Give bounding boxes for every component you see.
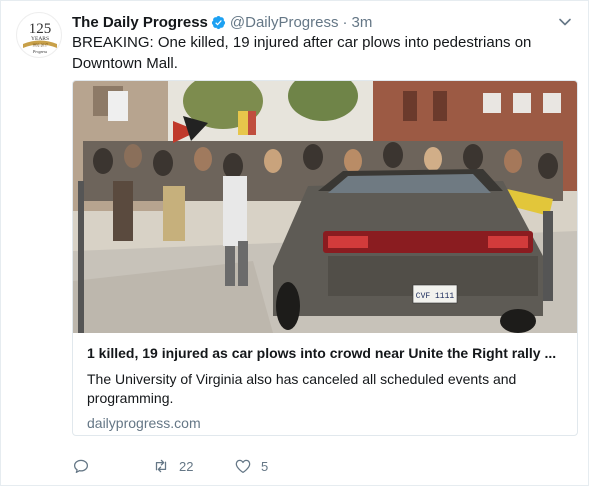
heart-icon bbox=[235, 459, 251, 474]
reply-button[interactable] bbox=[72, 457, 152, 475]
card-description: The University of Virginia also has canc… bbox=[87, 371, 517, 406]
card-body[interactable]: 1 killed, 19 injured as car plows into c… bbox=[87, 344, 565, 433]
avatar-number: 125 bbox=[29, 21, 52, 37]
card-domain[interactable]: dailyprogress.com bbox=[87, 414, 565, 433]
verified-badge-icon bbox=[211, 15, 225, 29]
avatar-range: 1892-2017 bbox=[32, 44, 48, 48]
avatar-brand: Progress bbox=[32, 49, 48, 54]
retweet-icon bbox=[155, 459, 167, 473]
reply-icon bbox=[73, 459, 89, 474]
separator-dot: · bbox=[342, 13, 348, 31]
like-button[interactable]: 5 bbox=[234, 457, 268, 475]
tweet-text: BREAKING: One killed, 19 injured after c… bbox=[72, 34, 532, 72]
retweet-count: 22 bbox=[179, 458, 194, 474]
tweet-header: The Daily Progress @DailyProgress · 3m bbox=[72, 12, 548, 32]
card-photo[interactable]: CVF 1111 bbox=[73, 81, 577, 333]
avatar[interactable]: 125 YEARS 1892-2017 Progress bbox=[16, 12, 62, 58]
tweet-actions: 22 5 bbox=[72, 456, 268, 476]
tweet-timestamp[interactable]: 3m bbox=[351, 14, 372, 31]
account-handle[interactable]: @DailyProgress bbox=[230, 14, 339, 31]
card-title[interactable]: 1 killed, 19 injured as car plows into c… bbox=[87, 344, 565, 363]
tweet[interactable]: 125 YEARS 1892-2017 Progress The Daily P… bbox=[0, 0, 589, 486]
license-plate-text: CVF 1111 bbox=[416, 292, 455, 301]
retweet-button[interactable]: 22 bbox=[152, 457, 234, 475]
link-card[interactable]: CVF 1111 1 killed, 19 injured as car plo… bbox=[72, 80, 578, 436]
chevron-down-icon[interactable] bbox=[558, 15, 572, 29]
account-name[interactable]: The Daily Progress bbox=[72, 14, 208, 31]
like-count: 5 bbox=[261, 458, 269, 474]
